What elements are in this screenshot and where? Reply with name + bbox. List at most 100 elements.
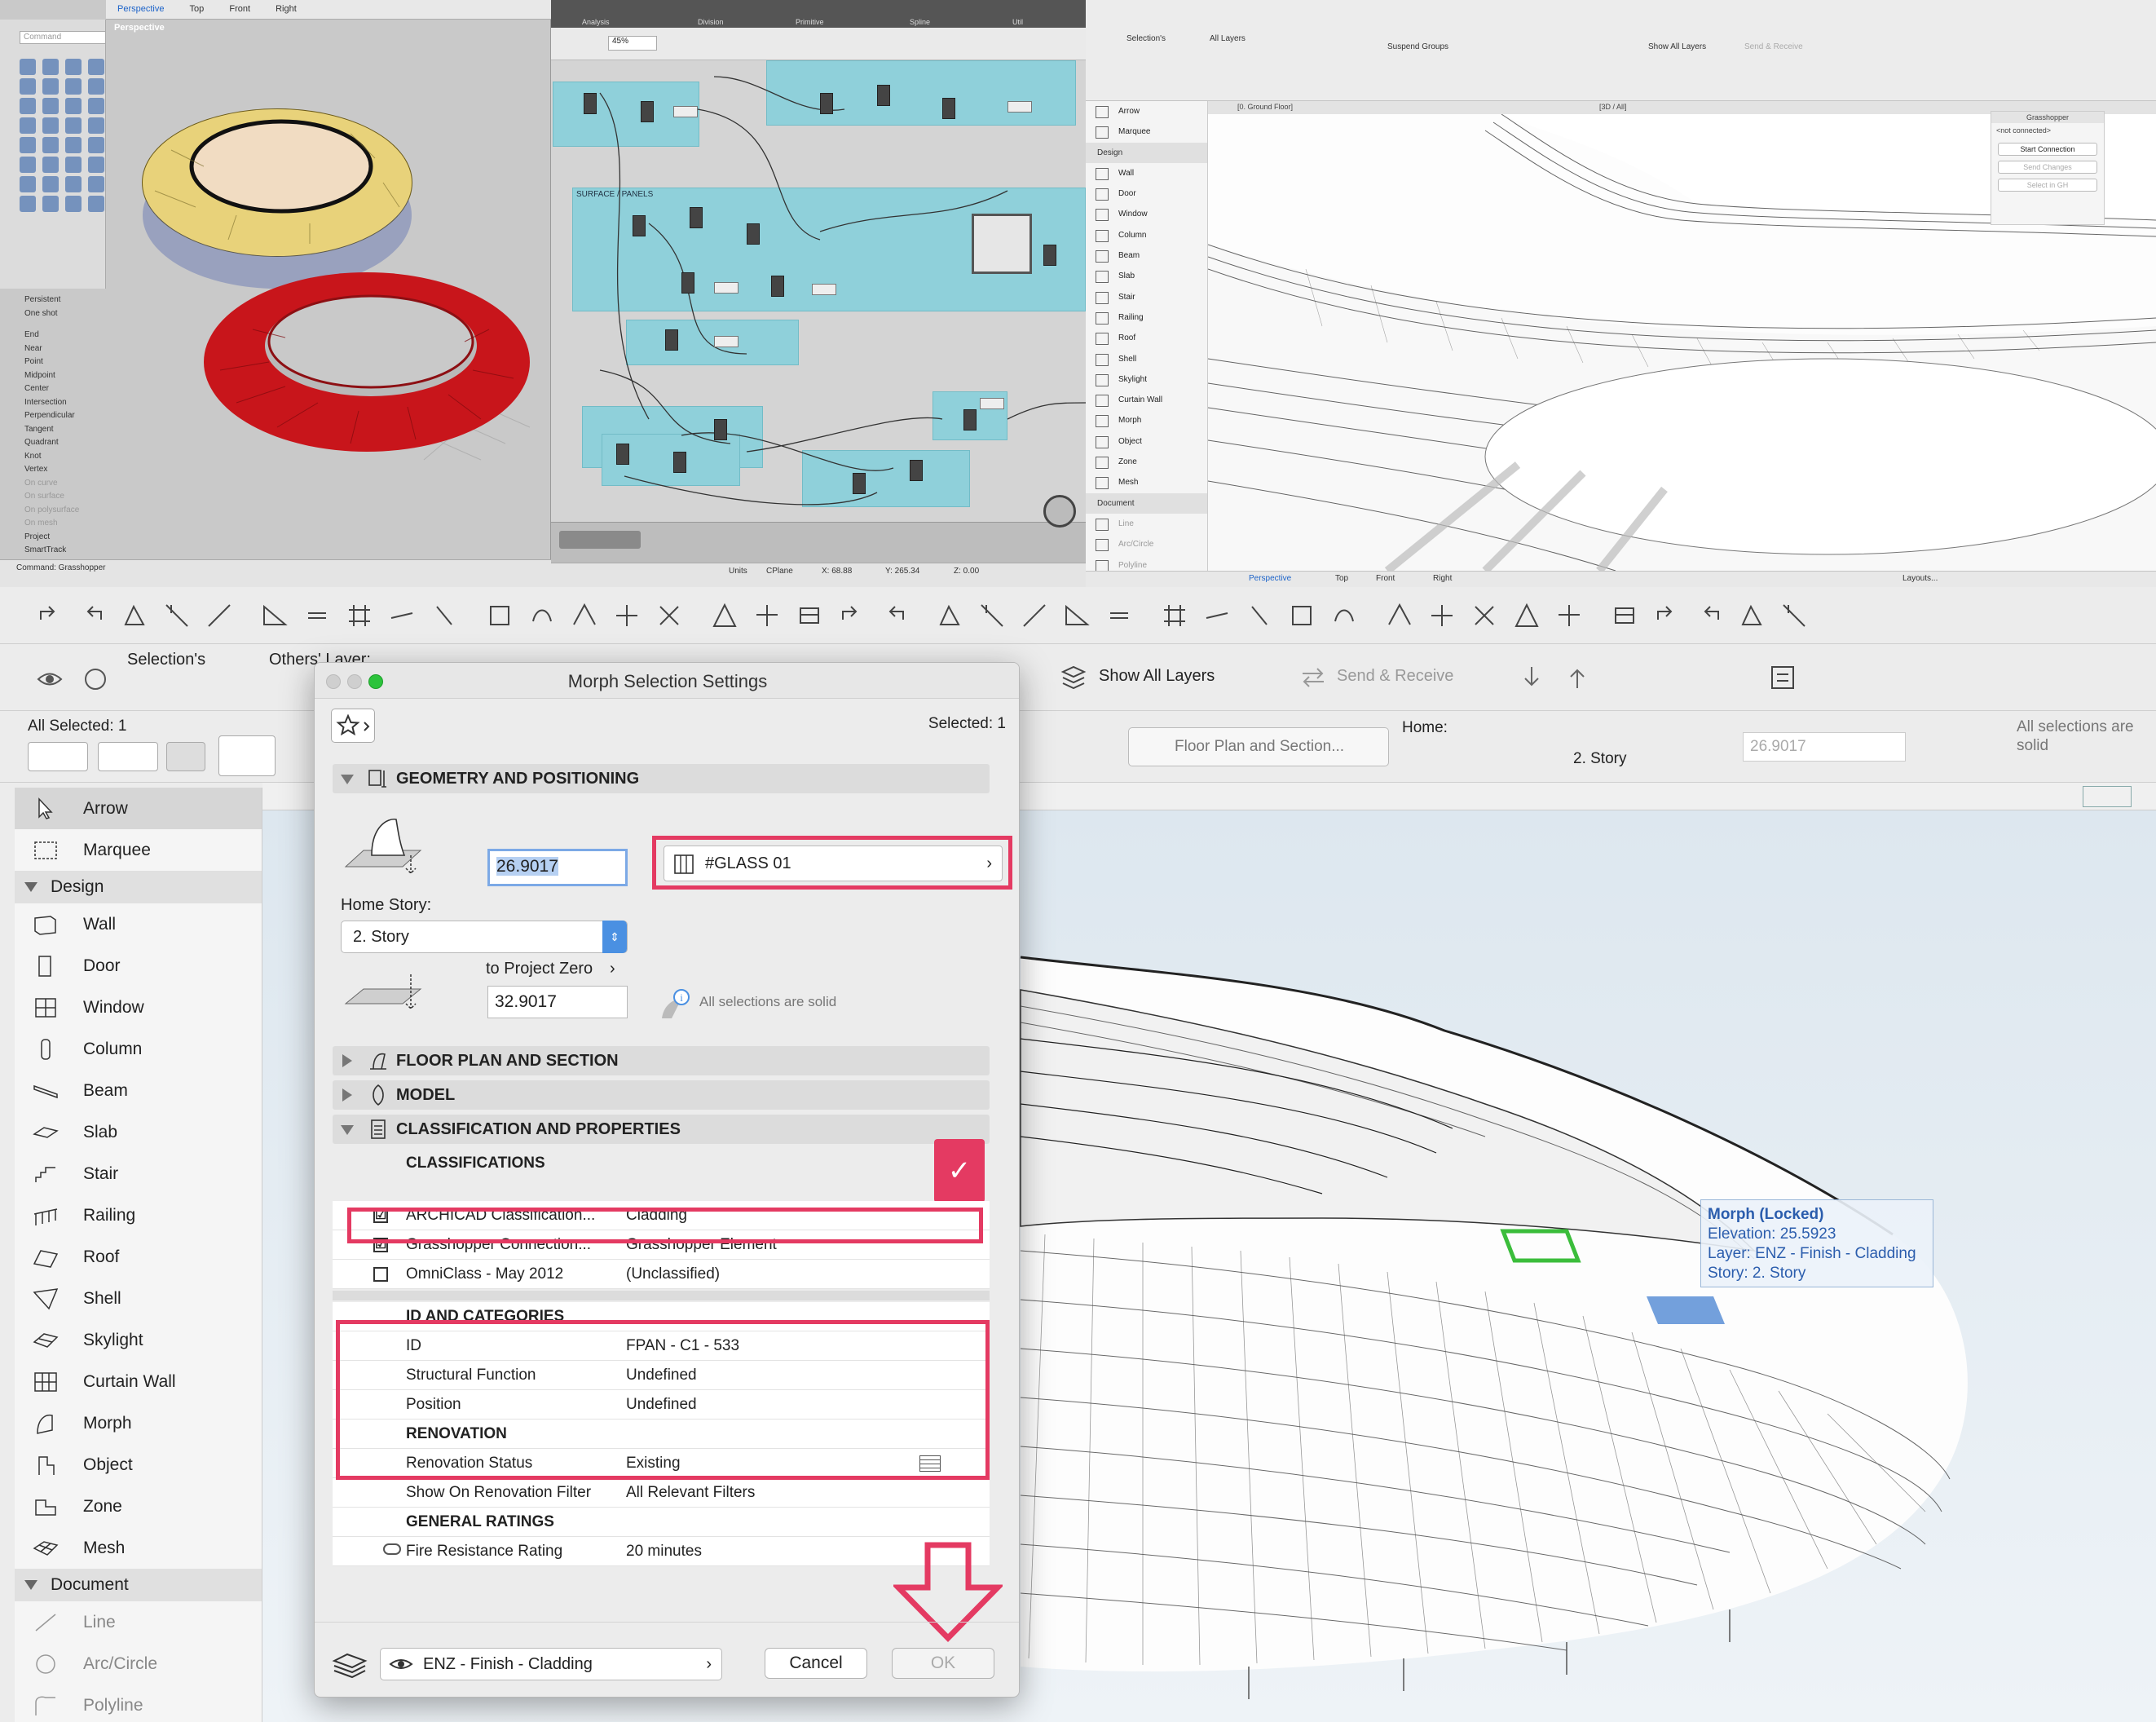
units-label[interactable]: Units (729, 567, 747, 576)
tab-perspective[interactable]: Perspective (1249, 574, 1291, 583)
gh-param[interactable] (812, 284, 836, 295)
toolbar-tool-icon[interactable] (1555, 602, 1583, 629)
toolbar-tool-icon[interactable] (1653, 602, 1681, 629)
tool-icon[interactable] (42, 137, 59, 153)
geometry-positioning-header[interactable]: GEOMETRY AND POSITIONING (333, 764, 990, 793)
gh-param[interactable] (1007, 101, 1032, 113)
toolbar-tool-icon[interactable] (753, 602, 781, 629)
ok-button[interactable]: OK (892, 1648, 994, 1679)
tool-stair[interactable]: Stair (1086, 287, 1207, 307)
osnap-item[interactable]: Center (24, 382, 106, 396)
osnap-item[interactable]: SmartTrack (24, 544, 106, 558)
gh-component[interactable] (714, 419, 727, 440)
layer-select[interactable]: ENZ - Finish - Cladding › (380, 1648, 722, 1680)
toolbar-tool-icon[interactable] (1386, 602, 1413, 629)
tool-icon[interactable] (20, 59, 36, 75)
toolbar-tool-icon[interactable] (346, 602, 373, 629)
download-icon[interactable] (1518, 664, 1545, 691)
osnap-item[interactable]: Tangent (24, 423, 106, 437)
layers-icon[interactable] (1060, 664, 1087, 691)
tool-railing[interactable]: Railing (1086, 307, 1207, 328)
osnap-item[interactable]: Midpoint (24, 369, 106, 383)
tool-shell[interactable]: Shell (1086, 349, 1207, 369)
toolbar-tool-icon[interactable] (880, 602, 908, 629)
tool-slab[interactable]: Slab (15, 1111, 262, 1153)
rhino-viewport[interactable] (106, 20, 551, 559)
tab-perspective[interactable]: Perspective (106, 0, 175, 18)
table-row[interactable]: Fire Resistance Rating 20 minutes (333, 1537, 990, 1566)
tool-icon[interactable] (20, 117, 36, 134)
design-header[interactable]: Design (1086, 142, 1207, 163)
tool-icon[interactable] (42, 196, 59, 212)
toolbar-tool-icon[interactable] (655, 602, 683, 629)
suspend-groups-button[interactable]: Suspend Groups (1387, 42, 1448, 51)
gh-component[interactable] (963, 409, 977, 430)
toolbar-tool-icon[interactable] (1246, 602, 1273, 629)
model-header[interactable]: MODEL (333, 1080, 990, 1110)
table-row[interactable]: OmniClass - May 2012 (Unclassified) (333, 1260, 990, 1289)
tool-marquee[interactable]: Marquee (1086, 121, 1207, 142)
tool-morph[interactable]: Morph (1086, 410, 1207, 430)
toolbar-tool-icon[interactable] (796, 602, 823, 629)
gh-component[interactable] (673, 452, 686, 473)
gh-component[interactable] (665, 329, 678, 351)
morph-settings-button[interactable] (218, 735, 276, 776)
toolbar-tool-icon[interactable] (1161, 602, 1188, 629)
tool-beam[interactable]: Beam (15, 1070, 262, 1111)
osnap-item[interactable]: Knot (24, 450, 106, 464)
ribbon-group-label[interactable]: Spline (910, 18, 930, 26)
tool-icon[interactable] (88, 78, 104, 95)
osnap-item[interactable]: Vertex (24, 463, 106, 477)
toolbar-tool-icon[interactable] (528, 602, 556, 629)
tool-skylight[interactable]: Skylight (15, 1319, 262, 1361)
home-story-value[interactable]: 2. Story (1573, 750, 1626, 768)
toolbar-tool-icon[interactable] (936, 602, 963, 629)
toolbar-tool-icon[interactable] (711, 602, 739, 629)
gh-component[interactable] (942, 98, 955, 119)
switch-window-icon[interactable] (1769, 664, 1797, 691)
tool-morph[interactable]: Morph (15, 1402, 262, 1444)
toolbar-tool-icon[interactable] (1780, 602, 1808, 629)
layouts-menu[interactable]: Layouts... (1902, 574, 1938, 583)
floor-plan-section-header[interactable]: FLOOR PLAN AND SECTION (333, 1046, 990, 1075)
tool-column[interactable]: Column (1086, 225, 1207, 245)
tool-zone[interactable]: Zone (15, 1486, 262, 1527)
gravity-button[interactable] (166, 742, 205, 771)
project-zero-label[interactable]: to Project Zero (486, 960, 593, 978)
toolbar-tool-icon[interactable] (78, 602, 106, 629)
tab-right[interactable]: Right (264, 0, 308, 18)
ribbon-group-label[interactable]: Analysis (582, 18, 610, 26)
send-receive-button[interactable]: Send & Receive (1337, 667, 1453, 686)
tool-arrow[interactable]: Arrow (15, 788, 262, 829)
tool-arc-circle[interactable]: Arc/Circle (15, 1643, 262, 1684)
osnap-item[interactable]: On curve (24, 477, 106, 491)
checkbox[interactable] (373, 1267, 388, 1282)
tool-icon[interactable] (65, 117, 82, 134)
gh-component[interactable] (747, 223, 760, 245)
tool-icon[interactable] (20, 176, 36, 192)
select-in-gh-button[interactable]: Select in GH (1998, 179, 2097, 192)
chevron-right-icon[interactable]: › (610, 960, 615, 978)
gh-component[interactable] (820, 93, 833, 114)
show-all-layers-button[interactable]: Show All Layers (1099, 667, 1215, 686)
gh-component[interactable] (690, 207, 703, 228)
osnap-item[interactable]: One shot (24, 307, 106, 321)
property-value[interactable]: All Relevant Filters (626, 1478, 755, 1508)
table-row[interactable]: Show On Renovation Filter All Relevant Fi… (333, 1478, 990, 1508)
gh-param[interactable] (714, 336, 739, 347)
classification-properties-header[interactable]: CLASSIFICATION AND PROPERTIES (333, 1115, 990, 1144)
tool-icon[interactable] (88, 59, 104, 75)
osnap-item[interactable]: End (24, 329, 106, 342)
zoom-field[interactable]: 45% (608, 36, 657, 51)
tool-curtain-wall[interactable]: Curtain Wall (15, 1361, 262, 1402)
elevation-input[interactable]: 26.9017 (487, 849, 628, 886)
favorites-button[interactable] (331, 709, 375, 743)
tool-roof[interactable]: Roof (1086, 328, 1207, 348)
selection-mode-button[interactable] (28, 742, 88, 771)
tool-icon[interactable] (42, 59, 59, 75)
tool-arrow[interactable]: Arrow (1086, 101, 1207, 121)
tool-icon[interactable] (88, 137, 104, 153)
tool-window[interactable]: Window (1086, 204, 1207, 224)
document-header[interactable]: Document (15, 1569, 262, 1601)
marquee-mode-button[interactable] (98, 742, 158, 771)
